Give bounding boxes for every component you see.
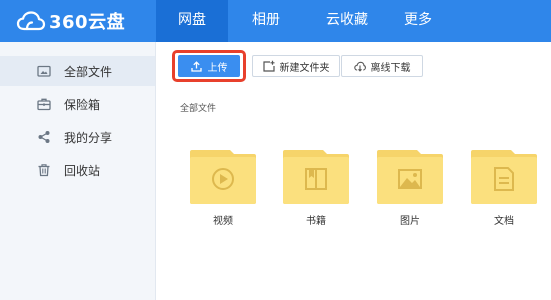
nav-tab-cloud-favorites[interactable]: 云收藏 [304, 0, 390, 42]
new-folder-icon [262, 60, 275, 72]
upload-button[interactable]: 上传 [178, 55, 240, 77]
book-folder-icon [283, 150, 349, 204]
app-logo[interactable]: 360云盘 [16, 6, 125, 36]
image-folder-icon [377, 150, 443, 204]
folder-item-books[interactable]: 书籍 [283, 148, 349, 227]
new-folder-button-label: 新建文件夹 [279, 62, 330, 74]
video-folder-icon [190, 150, 256, 204]
sidebar: 全部文件 保险箱 我的分享 回收站 [0, 42, 156, 300]
document-folder-icon [471, 150, 537, 204]
folder-name: 视频 [213, 216, 233, 227]
trash-icon [37, 163, 51, 177]
nav-tab-more[interactable]: 更多 [390, 0, 446, 42]
cloud-logo-icon [16, 11, 46, 31]
folder-name: 书籍 [306, 216, 326, 227]
main-nav: 网盘 相册 云收藏 更多 [156, 0, 446, 42]
breadcrumb[interactable]: 全部文件 [180, 101, 216, 114]
offline-download-button[interactable]: 离线下载 [341, 55, 423, 77]
nav-tab-netdisk[interactable]: 网盘 [156, 0, 228, 42]
folder-item-images[interactable]: 图片 [377, 148, 443, 227]
top-header: 360云盘 网盘 相册 云收藏 更多 [0, 0, 551, 42]
sidebar-item-label: 回收站 [64, 163, 101, 178]
sidebar-item-my-share[interactable]: 我的分享 [0, 122, 155, 152]
sidebar-item-label: 我的分享 [64, 130, 113, 145]
offline-download-button-label: 离线下载 [370, 62, 411, 74]
new-folder-button[interactable]: 新建文件夹 [252, 55, 340, 77]
nav-tab-album[interactable]: 相册 [228, 0, 304, 42]
share-icon [37, 130, 51, 144]
safe-box-icon [37, 97, 51, 111]
cloud-download-icon [353, 61, 366, 72]
folder-item-video[interactable]: 视频 [190, 148, 256, 227]
sidebar-item-label: 全部文件 [64, 64, 113, 79]
sidebar-item-safe-box[interactable]: 保险箱 [0, 89, 155, 119]
folder-item-documents[interactable]: 文档 [471, 148, 537, 227]
upload-button-label: 上传 [207, 62, 228, 74]
upload-icon [190, 60, 202, 72]
sidebar-item-all-files[interactable]: 全部文件 [0, 56, 155, 86]
folder-name: 图片 [400, 216, 420, 227]
folder-name: 文档 [494, 216, 514, 227]
sidebar-item-label: 保险箱 [64, 97, 101, 112]
all-files-icon [37, 64, 51, 78]
sidebar-item-recycle-bin[interactable]: 回收站 [0, 155, 155, 185]
logo-text: 360云盘 [49, 12, 126, 33]
